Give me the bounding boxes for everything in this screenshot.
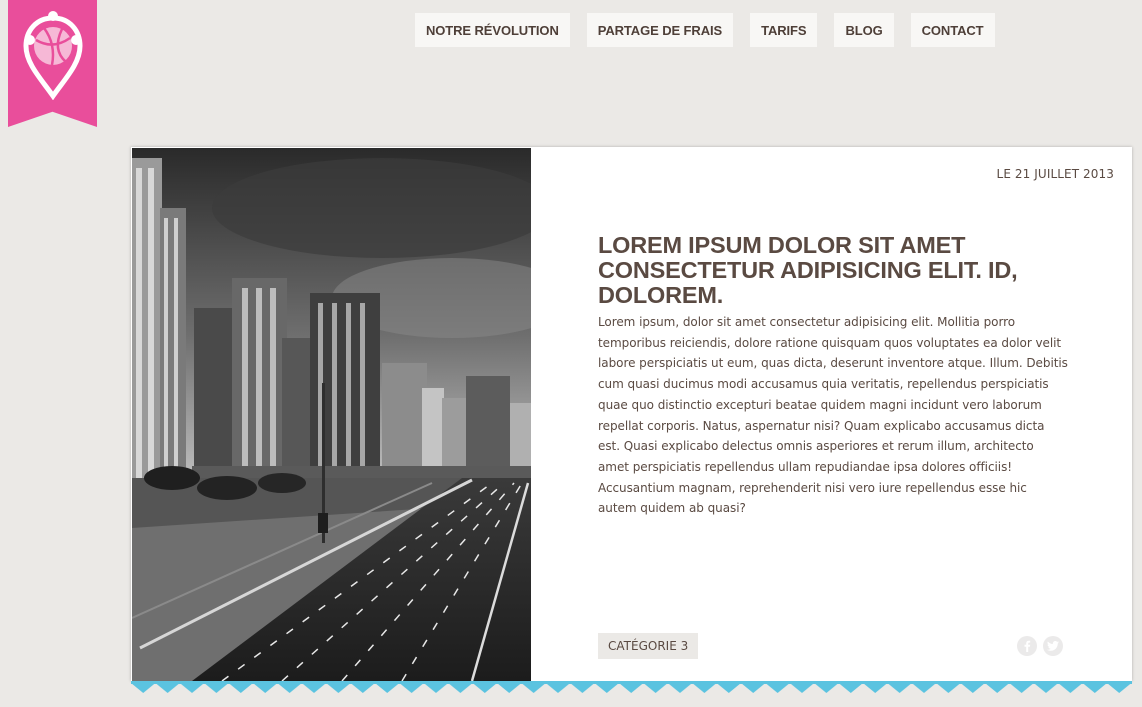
facebook-share-button[interactable]	[1017, 636, 1037, 656]
facebook-icon	[1024, 640, 1031, 652]
nav-item-tarifs[interactable]: TARIFS	[750, 13, 818, 47]
category-tag[interactable]: CATÉGORIE 3	[598, 633, 699, 659]
article-title[interactable]: LOREM IPSUM DOLOR SIT AMET CONSECTETUR A…	[598, 233, 1068, 308]
article-body: Lorem ipsum, dolor sit amet consectetur …	[598, 315, 1068, 516]
nav-item-partage-de-frais[interactable]: PARTAGE DE FRAIS	[586, 13, 734, 47]
article-image[interactable]	[132, 148, 531, 681]
twitter-icon	[1047, 641, 1059, 651]
map-pin-dribbble-icon	[22, 11, 83, 100]
zigzag-border	[131, 681, 1132, 693]
nav-item-revolution[interactable]: NOTRE RÉVOLUTION	[415, 13, 570, 47]
main-nav: NOTRE RÉVOLUTION PARTAGE DE FRAIS TARIFS…	[415, 13, 995, 47]
social-share	[1017, 636, 1063, 656]
article-date: LE 21 JUILLET 2013	[996, 167, 1114, 181]
article-card: LE 21 JUILLET 2013 LOREM IPSUM DOLOR SIT…	[131, 147, 1132, 681]
logo[interactable]	[8, 0, 97, 127]
city-highway-photo	[132, 148, 531, 681]
twitter-share-button[interactable]	[1043, 636, 1063, 656]
nav-item-contact[interactable]: CONTACT	[910, 13, 995, 47]
nav-item-blog[interactable]: BLOG	[834, 13, 894, 47]
